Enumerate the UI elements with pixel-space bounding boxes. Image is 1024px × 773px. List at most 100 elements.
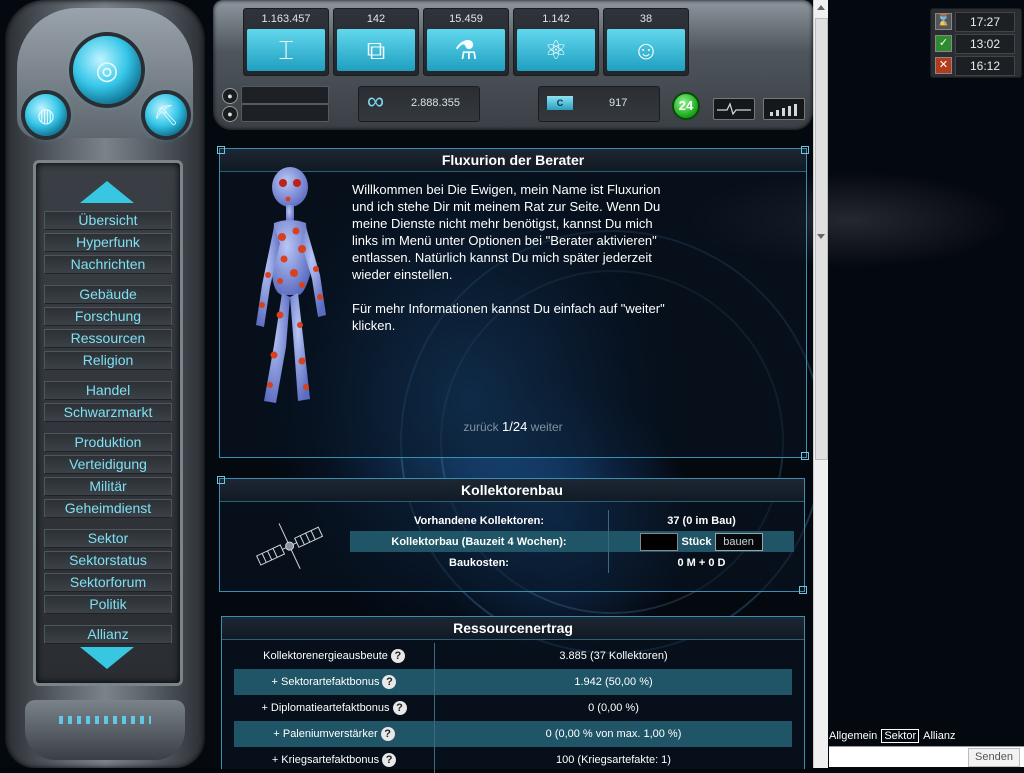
advisor-pager: zurück 1/24 weiter [220, 419, 806, 434]
girder-icon: ⌶ [247, 29, 325, 71]
resource-chemicals[interactable]: 15.459 ⚗ [423, 8, 509, 76]
timer-value: 13:02 [955, 34, 1015, 54]
user-alt-icon[interactable]: ● [222, 106, 238, 122]
sidebar-item-allianz[interactable]: Allianz [44, 625, 172, 644]
sidebar-item-sektorstatus[interactable]: Sektorstatus [44, 551, 172, 570]
yield-label: + Diplomatieartefaktbonus [261, 701, 390, 714]
help-icon[interactable]: ? [382, 753, 397, 767]
chat-input[interactable]: Senden [829, 746, 1024, 767]
timer-row: ✕ 16:12 [935, 56, 1017, 76]
sidebar-item-militär[interactable]: Militär [44, 477, 172, 496]
yield-value: 1.942 (50,00 %) [434, 669, 792, 695]
collector-satellite-icon [250, 517, 330, 577]
help-icon[interactable]: ? [382, 675, 397, 689]
credit-value: 917 [609, 97, 628, 109]
help-icon[interactable]: ? [380, 727, 395, 741]
signal-bars-icon[interactable] [763, 98, 805, 120]
infinity-value: 2.888.355 [411, 97, 460, 109]
build-button[interactable]: bauen [714, 532, 763, 551]
sidebar-item-geheimdienst[interactable]: Geheimdienst [44, 499, 172, 518]
hourglass-icon: ⌛ [935, 13, 952, 30]
existing-collectors-label: Vorhandene Kollektoren: [350, 510, 609, 531]
chat-tab-allianz[interactable]: Allianz [923, 730, 955, 742]
pickaxe-button[interactable]: ⛏ [145, 94, 187, 136]
main-menu: Übersicht Hyperfunk Nachrichten Gebäude Fors… [33, 160, 183, 686]
advisor-paragraph-2: Für mehr Informationen kannst Du einfach… [352, 301, 665, 333]
main-portal-button[interactable]: ◎ [73, 36, 141, 104]
check-icon: ✓ [935, 35, 952, 52]
scroll-thumb[interactable] [815, 18, 828, 460]
panel-corner [217, 146, 225, 154]
resource-crystal[interactable]: 142 ⧉ [333, 8, 419, 76]
resource-value: 38 [639, 13, 653, 25]
notification-badge[interactable]: 24 [672, 92, 700, 120]
yield-panel: Ressourcenertrag Kollektorenergieausbeut… [221, 616, 805, 773]
menu-scroll-down-icon[interactable] [80, 647, 134, 669]
flask-icon: ⚗ [427, 29, 505, 71]
scroll-up-icon[interactable] [817, 5, 825, 10]
people-icon: ☺ [607, 29, 685, 71]
timer-panel: ⌛ 17:27 ✓ 13:02 ✕ 16:12 [930, 8, 1022, 78]
sidebar-item-verteidigung[interactable]: Verteidigung [44, 455, 172, 474]
yield-label: + Paleniumverstärker [273, 727, 378, 740]
menu-scroll-up-icon[interactable] [80, 181, 134, 203]
sidebar: ◎ ◍ ⛏ Übersicht Hyperfunk Nachrichten Gebäu… [5, 0, 205, 768]
chat-tab-allgemein[interactable]: Allgemein [829, 730, 877, 742]
prev-link[interactable]: zurück [463, 420, 498, 434]
sidebar-item-handel[interactable]: Handel [44, 381, 172, 400]
timer-value: 16:12 [955, 56, 1015, 76]
user-icon[interactable]: ● [222, 88, 238, 104]
sidebar-item-hyperfunk[interactable]: Hyperfunk [44, 233, 172, 252]
sidebar-item-politik[interactable]: Politik [44, 595, 172, 614]
resource-metal[interactable]: 1.163.457 ⌶ [243, 8, 329, 76]
sidebar-item-nachrichten[interactable]: Nachrichten [44, 255, 172, 274]
sidebar-item-ressourcen[interactable]: Ressourcen [44, 329, 172, 348]
advisor-message: Willkommen bei Die Ewigen, mein Name ist… [352, 181, 672, 351]
chat-tab-sektor[interactable]: Sektor [881, 729, 920, 743]
resource-population[interactable]: 38 ☺ [603, 8, 689, 76]
resource-value: 142 [366, 13, 386, 25]
sidebar-header: ◎ ◍ ⛏ [17, 8, 193, 138]
resource-value: 1.163.457 [261, 13, 311, 25]
sidebar-item-produktion[interactable]: Produktion [44, 433, 172, 452]
next-link[interactable]: weiter [531, 420, 563, 434]
timer-row: ⌛ 17:27 [935, 12, 1017, 32]
help-icon[interactable]: ? [390, 649, 405, 663]
page-indicator: 1/24 [502, 419, 528, 434]
sidebar-item-religion[interactable]: Religion [44, 351, 172, 370]
help-icon[interactable]: ? [392, 701, 407, 715]
table-row: Baukosten: 0 M + 0 D [350, 552, 794, 573]
yield-label-cell: + Diplomatieartefaktbonus? [234, 695, 435, 721]
collector-panel: Kollektorenbau Vorhandene Kollektoren: 3… [217, 476, 807, 594]
yield-value: 100 (Kriegsartefakte: 1) [556, 754, 671, 766]
sidebar-item-schwarzmarkt[interactable]: Schwarzmarkt [44, 403, 172, 422]
table-row: Kollektorbau (Bauzeit 4 Wochen): Stück b… [350, 531, 794, 552]
yield-label-cell: + Paleniumverstärker? [234, 721, 435, 747]
sidebar-item-sektorforum[interactable]: Sektorforum [44, 573, 172, 592]
yield-label-cell: + Kriegsartefaktbonus? [234, 747, 435, 773]
page-scrollbar[interactable] [813, 0, 828, 768]
sidebar-item-übersicht[interactable]: Übersicht [44, 211, 172, 230]
yield-label: + Kriegsartefaktbonus [271, 753, 380, 766]
send-button[interactable]: Senden [968, 748, 1020, 767]
yield-value: 0 (0,00 %) [588, 702, 639, 714]
sidebar-footer [25, 700, 185, 760]
sidebar-item-gebäude[interactable]: Gebäude [44, 285, 172, 304]
sidebar-item-forschung[interactable]: Forschung [44, 307, 172, 326]
build-cost-value: 0 M + 0 D [677, 556, 726, 569]
credit-icon: C [547, 96, 573, 110]
resource-energy[interactable]: 1.142 ⚛ [513, 8, 599, 76]
pickaxe-icon: ⛏ [153, 104, 179, 127]
table-row: + Kriegsartefaktbonus? 100 (Kriegsartefak… [234, 747, 792, 773]
table-row: + Paleniumverstärker? 0 (0,00 % von max. … [234, 721, 792, 747]
menu-list: Übersicht Hyperfunk Nachrichten Gebäude Fors… [44, 211, 172, 647]
panel-corner [801, 146, 809, 154]
pulse-monitor-icon[interactable] [713, 98, 755, 120]
infinity-icon: ∞ [367, 88, 385, 115]
sidebar-item-sektor[interactable]: Sektor [44, 529, 172, 548]
yield-value: 0 (0,00 % von max. 1,00 %) [434, 721, 792, 747]
panel-corner [217, 476, 225, 484]
collector-quantity-input[interactable] [640, 532, 679, 551]
globe-button[interactable]: ◍ [25, 94, 67, 136]
yield-label: + Sektorartefaktbonus [271, 675, 380, 688]
